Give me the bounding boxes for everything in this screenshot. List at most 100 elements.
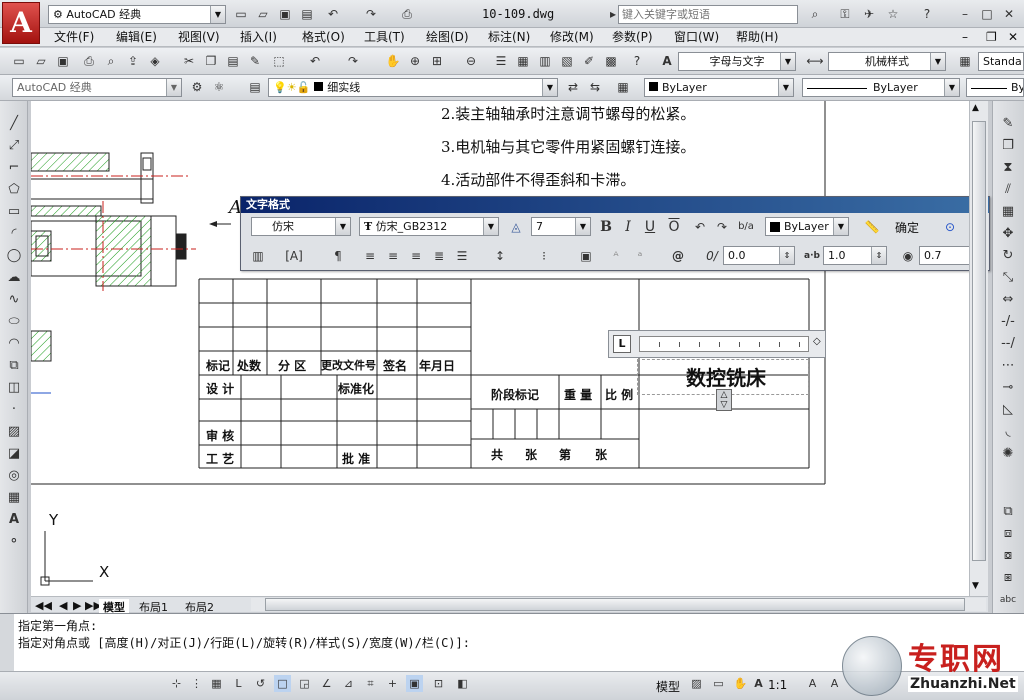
text-front-icon[interactable]: ⧆ xyxy=(997,567,1019,589)
polygon-icon[interactable]: ⬠ xyxy=(3,179,25,201)
scale-icon[interactable]: ⤡ xyxy=(997,267,1019,289)
ruler-toggle-icon[interactable]: 📏 xyxy=(863,218,881,236)
zoom-realtime-icon[interactable]: ⊕ xyxy=(406,52,424,70)
menu-help[interactable]: 帮助(H) xyxy=(736,28,778,46)
tab-nav-prev-icon[interactable]: ◀ xyxy=(59,599,67,612)
menu-tools[interactable]: 工具(T) xyxy=(364,28,405,46)
layer-select[interactable]: 💡☀🔓 细实线 ▼ xyxy=(268,78,558,97)
preview-icon[interactable]: ⌕ xyxy=(102,52,120,70)
help-icon[interactable]: ? xyxy=(628,52,646,70)
qp-icon[interactable]: ⊡ xyxy=(430,675,447,692)
auto-scale-icon[interactable]: A xyxy=(826,675,843,692)
tab-type-button[interactable]: L xyxy=(613,335,631,353)
table-style-select[interactable]: Standa xyxy=(978,52,1024,71)
justify-icon[interactable]: ≣ xyxy=(430,247,448,265)
drawing-canvas[interactable]: 2.装主轴轴承时注意调节螺母的松紧。 3.电机轴与其它零件用紧固螺钉连接。 4.… xyxy=(31,101,969,596)
align-center-icon[interactable]: ≡ xyxy=(384,247,402,265)
text-height-select[interactable]: 7 ▼ xyxy=(531,217,591,236)
vertical-scrollbar[interactable]: ▲ ▼ xyxy=(969,101,988,596)
dyn-icon[interactable]: ⌗ xyxy=(362,675,379,692)
new-icon[interactable]: ▭ xyxy=(10,52,28,70)
gradient-icon[interactable]: ◪ xyxy=(3,443,25,465)
align-left-icon[interactable]: ≡ xyxy=(361,247,379,265)
ellipse-arc-icon[interactable]: ◠ xyxy=(3,333,25,355)
annotation-visibility-icon[interactable]: A xyxy=(804,675,821,692)
ruler-end-icon[interactable]: ◇ xyxy=(813,336,821,347)
multiline-text-icon[interactable]: A xyxy=(3,509,25,531)
make-block-icon[interactable]: ◫ xyxy=(3,377,25,399)
workspace-select[interactable]: ⚙ AutoCAD 经典 ▼ xyxy=(48,5,226,24)
explode-icon[interactable]: ✺ xyxy=(997,443,1019,465)
text-style-select[interactable]: 仿宋 ▼ xyxy=(251,217,351,236)
ortho-icon[interactable]: L xyxy=(230,675,247,692)
table-icon[interactable]: ▦ xyxy=(3,487,25,509)
extend-icon[interactable]: --/ xyxy=(997,333,1019,355)
infer-constraints-icon[interactable]: ⊹ xyxy=(168,675,185,692)
polar-icon[interactable]: ↺ xyxy=(252,675,269,692)
doc-restore-button[interactable]: ❐ xyxy=(986,28,997,46)
undo-icon[interactable]: ↶ xyxy=(306,52,324,70)
oblique-angle-input[interactable]: 0.0 ⇕ xyxy=(723,246,795,265)
line-spacing-icon[interactable]: ↕ xyxy=(491,247,509,265)
revision-cloud-icon[interactable]: ☁ xyxy=(3,267,25,289)
sc-icon[interactable]: ◧ xyxy=(454,675,471,692)
workspace-select-2[interactable]: AutoCAD 经典 ▼ xyxy=(12,78,182,97)
layer-properties-icon[interactable]: ▤ xyxy=(246,78,264,96)
plot-icon[interactable]: ⎙ xyxy=(80,52,98,70)
undo-icon[interactable]: ↶ xyxy=(691,218,709,236)
abc-icon[interactable]: abc xyxy=(997,589,1019,611)
add-selected-icon[interactable]: ⚬ xyxy=(3,531,25,553)
scroll-up-icon[interactable]: ▲ xyxy=(972,103,979,113)
3d-publish-icon[interactable]: ◈ xyxy=(146,52,164,70)
linetype-select[interactable]: ByLayer ▼ xyxy=(802,78,960,97)
arc-icon[interactable]: ◜ xyxy=(3,223,25,245)
save-icon[interactable]: ▣ xyxy=(276,5,294,23)
underline-button[interactable]: U xyxy=(641,218,659,236)
fillet-icon[interactable]: ◟ xyxy=(997,421,1019,443)
numbering-icon[interactable]: ⁝ xyxy=(535,247,553,265)
osnap-icon[interactable]: □ xyxy=(274,675,291,692)
lwt-icon[interactable]: + xyxy=(384,675,401,692)
menu-format[interactable]: 格式(O) xyxy=(302,28,345,46)
zoom-window-icon[interactable]: ⊞ xyxy=(428,52,446,70)
overline-button[interactable]: O xyxy=(665,218,683,236)
bold-button[interactable]: B xyxy=(597,218,615,236)
menu-dimension[interactable]: 标注(N) xyxy=(488,28,530,46)
draworder-icon[interactable]: ⧉ xyxy=(997,501,1019,523)
offset-icon[interactable]: ⫽ xyxy=(997,179,1019,201)
block-editor-icon[interactable]: ⬚ xyxy=(270,52,288,70)
erase-icon[interactable]: ✎ xyxy=(997,113,1019,135)
workspace-icon[interactable]: ⚛ xyxy=(210,78,228,96)
region-icon[interactable]: ◎ xyxy=(3,465,25,487)
tool-palettes-icon[interactable]: ▥ xyxy=(536,52,554,70)
doc-minimize-button[interactable]: – xyxy=(962,28,968,46)
binoculars-icon[interactable]: ⌕ xyxy=(806,5,824,23)
color-select[interactable]: ByLayer ▼ xyxy=(644,78,794,97)
copy-icon[interactable]: ❐ xyxy=(997,135,1019,157)
uppercase-icon[interactable]: ᴬ xyxy=(607,247,625,265)
save-as-icon[interactable]: ▤ xyxy=(298,5,316,23)
quick-view-layouts-icon[interactable]: ▨ xyxy=(688,675,705,692)
open-icon[interactable]: ▱ xyxy=(254,5,272,23)
close-button[interactable]: ✕ xyxy=(1000,5,1018,23)
layer-states-icon[interactable]: ▦ xyxy=(614,78,632,96)
move-icon[interactable]: ✥ xyxy=(997,223,1019,245)
menu-view[interactable]: 视图(V) xyxy=(178,28,220,46)
trim-icon[interactable]: -/- xyxy=(997,311,1019,333)
cut-icon[interactable]: ✂ xyxy=(180,52,198,70)
maximize-button[interactable]: □ xyxy=(978,5,996,23)
print-icon[interactable]: ⎙ xyxy=(398,5,416,23)
columns-icon[interactable]: ▥ xyxy=(249,247,267,265)
tab-nav-first-icon[interactable]: ◀◀ xyxy=(35,599,52,612)
model-space-label[interactable]: 模型 xyxy=(656,678,680,695)
align-right-icon[interactable]: ≡ xyxy=(407,247,425,265)
key-icon[interactable]: ⚿ xyxy=(836,5,854,23)
stretch-icon[interactable]: ⇔ xyxy=(997,289,1019,311)
horizontal-scrollbar[interactable] xyxy=(251,598,986,611)
construction-line-icon[interactable]: ⤢ xyxy=(3,135,25,157)
gear-icon[interactable]: ⚙ xyxy=(188,78,206,96)
distribute-icon[interactable]: ☰ xyxy=(453,247,471,265)
italic-button[interactable]: I xyxy=(619,218,637,236)
favorites-star-icon[interactable]: ☆ xyxy=(884,5,902,23)
font-select[interactable]: Ŧ 仿宋_GB2312 ▼ xyxy=(359,217,499,236)
